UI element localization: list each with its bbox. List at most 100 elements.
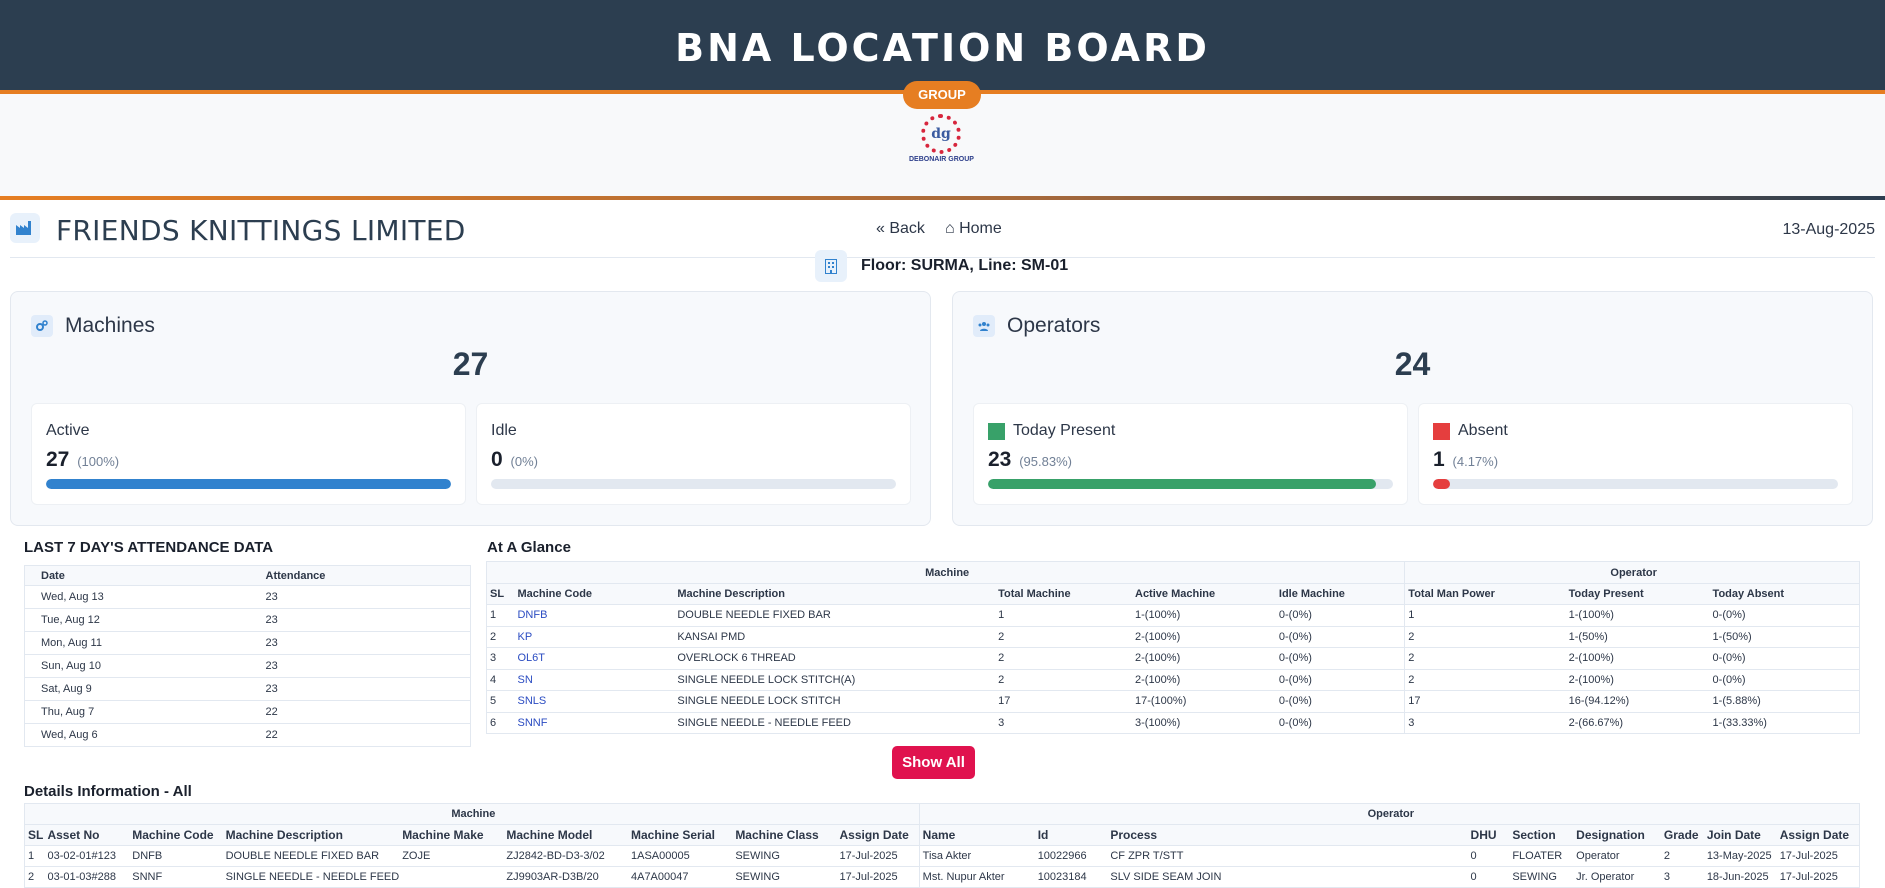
glance-col-header: SL [486,583,515,605]
absent-label-row: Absent [1433,422,1508,440]
glance-col-header: Total Man Power [1404,583,1566,605]
glance-cell: 0-(0%) [1275,690,1405,713]
logo-ring-icon: dg [921,114,961,154]
attendance-count: 23 [249,677,471,701]
details-cell: 13-May-2025 [1703,845,1777,867]
details-cell: Mst. Nupur Akter [918,866,1035,888]
details-cell: 03-01-03#288 [44,866,130,888]
details-table: Machine Operator SL Asset No Machine Code M… [24,803,1860,888]
machine-code-link[interactable]: SN [514,669,675,691]
current-date: 13-Aug-2025 [1782,221,1875,238]
glance-cell: 2 [1404,626,1566,648]
glance-cell: 2 [995,669,1132,691]
present-value-row: 23 (95.83%) [988,448,1072,472]
details-col-header: Machine Description [222,824,400,846]
back-label: Back [889,220,925,237]
details-cell: 10022966 [1034,845,1108,867]
details-col-header: Assign Date [836,824,920,846]
details-cell: 0 [1467,845,1510,867]
glance-col-header: Today Present [1565,583,1710,605]
machine-code-link[interactable]: SNLS [514,690,675,713]
details-cell: 18-Jun-2025 [1703,866,1777,888]
glance-cell: 6 [486,712,515,734]
home-link[interactable]: ⌂ Home [945,220,1002,238]
operators-title-label: Operators [1007,314,1101,337]
details-cell: ZJ2842-BD-D3-3/02 [503,845,628,867]
debonair-logo: dg DEBONAIR GROUP [909,114,974,163]
show-all-button[interactable]: Show All [892,746,975,779]
absent-progress-fill [1433,479,1450,489]
attendance-row: Thu, Aug 7 22 [24,700,471,724]
attendance-date: Wed, Aug 13 [24,585,250,609]
nav-links: « Back ⌂ Home [876,220,1002,238]
machine-code-link[interactable]: DNFB [514,604,675,627]
attendance-date: Sun, Aug 10 [24,654,250,678]
glance-cell: 2-(100%) [1132,626,1276,648]
attendance-count: 23 [249,585,471,609]
present-progress-bar [988,479,1393,489]
logo-text: DEBONAIR GROUP [909,156,974,163]
machine-code-link[interactable]: KP [514,626,675,648]
idle-percent: (0%) [510,454,538,469]
details-col-header: Name [918,824,1035,846]
details-cell: 17-Jul-2025 [836,866,920,888]
glance-cell: 1-(100%) [1565,604,1710,627]
attendance-col-attendance: Attendance [249,565,471,586]
absent-percent: (4.17%) [1452,454,1499,469]
details-col-header: Section [1509,824,1574,846]
machine-code-link[interactable]: OL6T [514,647,675,670]
glance-cell: SINGLE NEEDLE LOCK STITCH(A) [674,669,996,691]
glance-cell: 0-(0%) [1275,647,1405,670]
details-cell: 2 [24,866,45,888]
glance-cell: SINGLE NEEDLE - NEEDLE FEED [674,712,996,734]
details-cell: 0 [1467,866,1510,888]
details-col-header: Machine Code [129,824,223,846]
glance-cell: SINGLE NEEDLE LOCK STITCH [674,690,996,713]
present-box: Today Present 23 (95.83%) [973,403,1408,505]
attendance-row: Mon, Aug 11 23 [24,631,471,655]
glance-cell: 0-(0%) [1275,669,1405,691]
glance-cell: 4 [486,669,515,691]
idle-progress-bar [491,479,896,489]
glance-table: Machine Operator SL Machine Code Machine D… [486,561,1860,734]
attendance-date: Wed, Aug 6 [24,723,250,747]
present-label-row: Today Present [988,422,1115,440]
glance-cell: 2-(100%) [1565,647,1710,670]
glance-col-header: Machine Code [514,583,675,605]
absent-legend-square [1433,422,1450,440]
details-row: 1 03-02-01#123 DNFB DOUBLE NEEDLE FIXED BAR… [24,845,1860,867]
glance-cell: 0-(0%) [1709,647,1860,670]
active-label: Active [46,422,90,439]
glance-cell: 2 [1404,647,1566,670]
attendance-header-row: Date Attendance [24,565,471,586]
details-cell: 4A7A00047 [627,866,733,888]
absent-label: Absent [1458,422,1508,439]
attendance-count: 23 [249,654,471,678]
attendance-date: Mon, Aug 11 [24,631,250,655]
machine-code-link[interactable]: SNNF [514,712,675,734]
details-cell: ZJ9903AR-D3B/20 [503,866,628,888]
details-col-header: Grade [1660,824,1704,846]
details-cell: ZOJE [399,845,504,867]
glance-cell: 2 [995,626,1132,648]
details-col-header: Id [1034,824,1108,846]
back-link[interactable]: « Back [876,220,925,238]
glance-cell: 2-(66.67%) [1565,712,1710,734]
details-col-header: Asset No [44,824,130,846]
details-group-operator: Operator [918,803,1860,825]
idle-value-row: 0 (0%) [491,448,538,472]
glance-cell: 3 [1404,712,1566,734]
details-cell: SEWING [732,866,837,888]
machines-total: 27 [452,346,489,382]
glance-row: 1 DNFB DOUBLE NEEDLE FIXED BAR 1 1-(100%) 0-(… [486,604,1860,627]
details-col-header: Join Date [1703,824,1777,846]
details-col-header: Machine Class [732,824,837,846]
glance-cell: 1-(50%) [1565,626,1710,648]
attendance-table: Date Attendance Wed, Aug 13 23 Tue, Aug 12… [24,565,471,747]
glance-row: 5 SNLS SINGLE NEEDLE LOCK STITCH 17 17-(100%… [486,690,1860,713]
glance-cell: 2 [995,647,1132,670]
home-label: Home [959,220,1002,237]
present-legend-square [988,422,1005,440]
glance-cell: OVERLOCK 6 THREAD [674,647,996,670]
details-title: Details Information - All [24,783,192,800]
